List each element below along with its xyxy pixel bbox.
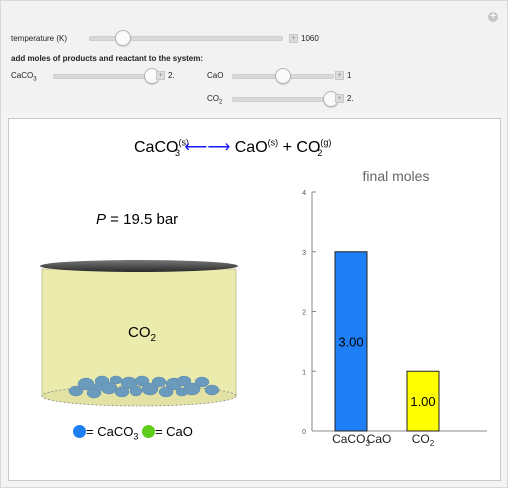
caco3-legend-dot — [73, 425, 86, 438]
cao-legend-dot — [141, 425, 155, 438]
plus-icon[interactable]: + — [488, 12, 498, 22]
y-tick-label: 0 — [302, 429, 306, 436]
temperature-expand-icon[interactable]: + — [289, 34, 298, 43]
temperature-value: 1060 — [301, 34, 319, 43]
y-tick-label: 2 — [302, 310, 306, 317]
cao-value: 1 — [347, 71, 352, 80]
cao-expand-icon[interactable]: + — [335, 71, 344, 80]
output-panel: CaCO(s)3 ⟵⟶ CaO(s) + CO(g)2 P = 19.5 bar — [8, 118, 501, 481]
y-tick-label: 4 — [302, 190, 306, 197]
controls-area: + temperature (K) + 1060 add moles of pr… — [1, 1, 507, 113]
cao-label: CaO — [207, 71, 224, 80]
co2-slider-track[interactable] — [232, 97, 334, 102]
caco3-slider-track[interactable] — [53, 74, 155, 79]
pressure-readout: P = 19.5 bar — [96, 211, 179, 228]
caco3-label: CaCO3 — [11, 71, 37, 83]
co2-value: 2. — [347, 94, 354, 103]
co2-expand-icon[interactable]: + — [335, 94, 344, 103]
final-moles-chart: final moles 0 1 2 3 4 3.00 CaCO3CaO 1.00 CO2 — [302, 168, 487, 448]
category-label: CaCO3 — [332, 432, 370, 448]
equilibrium-arrow-icon: ⟵⟶ — [184, 139, 231, 156]
chart-title: final moles — [363, 168, 430, 184]
section-label: add moles of products and reactant to th… — [11, 54, 204, 63]
cao-slider-thumb[interactable] — [275, 68, 291, 84]
reaction-equation: CaCO(s)3 ⟵⟶ CaO(s) + CO(g)2 — [134, 137, 332, 159]
legend: = CaCO3 = CaO — [73, 424, 193, 442]
caco3-expand-icon[interactable]: + — [156, 71, 165, 80]
vessel-gas-label: CO2 — [128, 324, 157, 344]
temperature-slider-thumb[interactable] — [114, 30, 131, 46]
y-tick-label: 1 — [302, 369, 306, 376]
category-label: CO2 — [412, 432, 435, 448]
caco3-value: 2. — [168, 71, 175, 80]
temperature-label: temperature (K) — [11, 34, 68, 43]
co2-label: CO2 — [207, 94, 223, 106]
app-frame: + temperature (K) + 1060 add moles of pr… — [0, 0, 508, 488]
y-tick-label: 3 — [302, 250, 306, 257]
category-label: CaO — [367, 432, 392, 446]
bar-value-label: 1.00 — [410, 394, 435, 409]
vessel-lid — [40, 260, 238, 272]
bar-value-label: 3.00 — [338, 334, 363, 349]
